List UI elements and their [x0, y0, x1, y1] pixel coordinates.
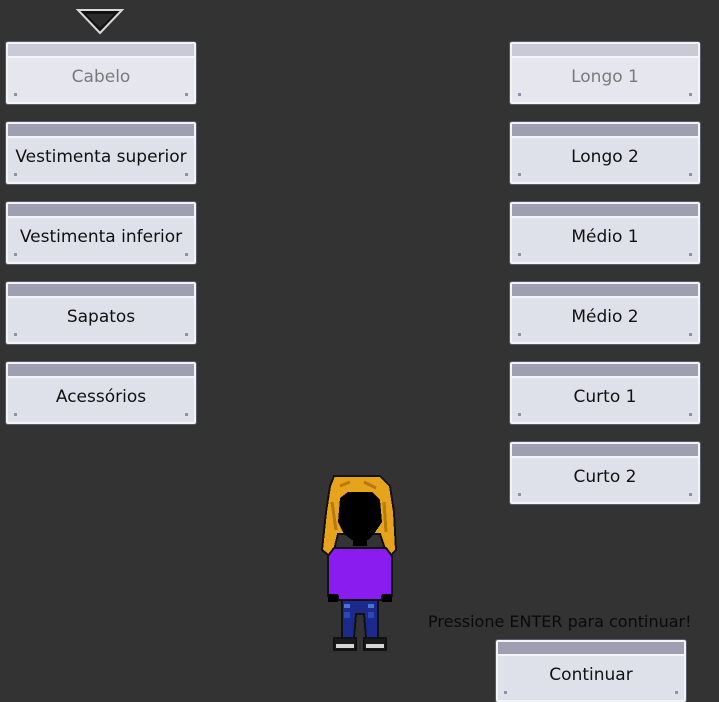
triangle-down-icon [76, 9, 124, 35]
option-button-curto-1[interactable]: Curto 1 [510, 362, 700, 424]
category-button-cabelo[interactable]: Cabelo [6, 42, 196, 104]
category-button-vestimenta-superior[interactable]: Vestimenta superior [6, 122, 196, 184]
continue-prompt: Pressione ENTER para continuar! [428, 612, 692, 631]
character-shirt [327, 547, 393, 601]
continue-button[interactable]: Continuar [496, 640, 686, 702]
category-button-sapatos[interactable]: Sapatos [6, 282, 196, 344]
category-button-acessorios[interactable]: Acessórios [6, 362, 196, 424]
category-button-vestimenta-inferior[interactable]: Vestimenta inferior [6, 202, 196, 264]
option-button-medio-2[interactable]: Médio 2 [510, 282, 700, 344]
option-button-medio-1[interactable]: Médio 1 [510, 202, 700, 264]
option-button-longo-2[interactable]: Longo 2 [510, 122, 700, 184]
option-button-curto-2[interactable]: Curto 2 [510, 442, 700, 504]
option-button-longo-1[interactable]: Longo 1 [510, 42, 700, 104]
character-preview [320, 475, 398, 651]
